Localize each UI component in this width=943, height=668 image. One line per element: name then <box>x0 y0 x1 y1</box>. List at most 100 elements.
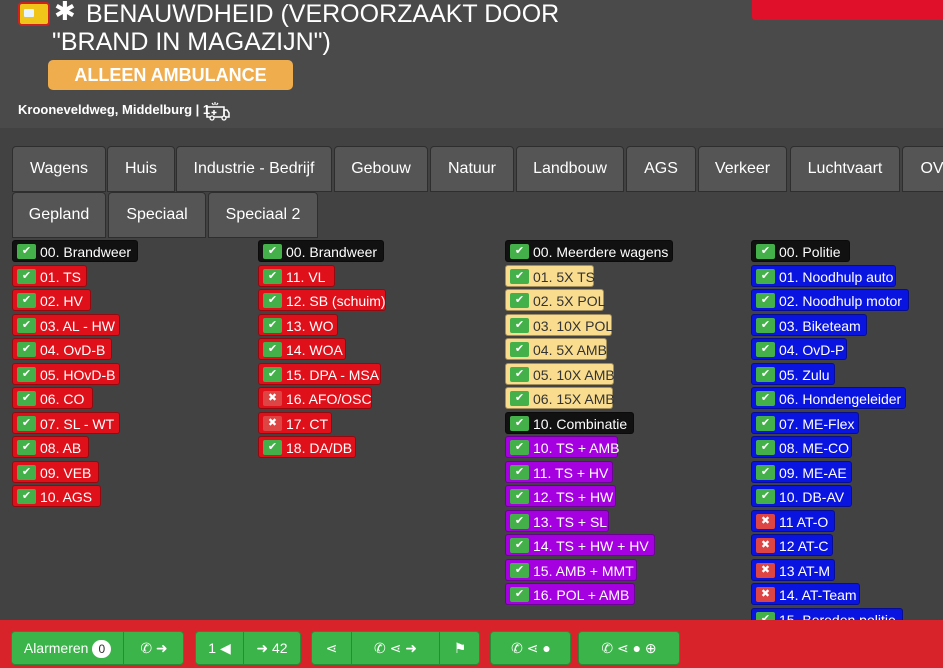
vehicle-option[interactable]: ✔ 00. Meerdere wagens <box>505 240 673 262</box>
alarm-button[interactable]: Alarmeren 0 <box>12 632 124 664</box>
vehicle-option-label: 00. Politie <box>779 244 841 260</box>
vehicle-option[interactable]: ✔ 10. TS + AMB <box>505 436 620 458</box>
vehicle-option-label: 13 AT-M <box>779 562 831 579</box>
tab-speciaal[interactable]: Speciaal <box>108 192 206 238</box>
vehicle-option[interactable]: ✔ 00. Brandweer <box>12 240 138 262</box>
vehicle-option[interactable]: ✔ 01. Noodhulp auto <box>751 264 896 287</box>
tab-ags[interactable]: AGS <box>626 146 696 192</box>
finish-button[interactable]: ⚑ <box>440 632 480 664</box>
vehicle-option[interactable]: ✔ 03. AL - HW <box>12 313 120 336</box>
vehicle-option[interactable]: ✔ 16. POL + AMB <box>505 583 635 605</box>
vehicle-option[interactable]: ✔ 03. Biketeam <box>751 313 867 336</box>
vehicle-option-label: 17. CT <box>286 415 329 432</box>
vehicle-option[interactable]: ✔ 04. OvD-B <box>12 338 112 360</box>
check-icon: ✔ <box>263 342 282 357</box>
arrow-right-icon: ➜ <box>256 640 273 656</box>
share-icon: ⋖ <box>325 640 338 656</box>
vehicle-option[interactable]: ✔ 07. ME-Flex <box>751 411 859 434</box>
tab-ov[interactable]: OV <box>902 146 943 192</box>
vehicle-option[interactable]: ✔ 13. TS + SL <box>505 509 609 532</box>
check-icon: ✔ <box>756 268 775 284</box>
check-icon: ✔ <box>17 317 36 333</box>
vehicle-option[interactable]: ✔ 08. ME-CO <box>751 436 852 458</box>
vehicle-option[interactable]: ✖ 14. AT-Team <box>751 583 860 605</box>
tab-gepland[interactable]: Gepland <box>12 192 106 238</box>
call-chat-group: ✆ ⋖ ● <box>490 631 571 665</box>
tab-speciaal-2[interactable]: Speciaal 2 <box>208 192 318 238</box>
vehicle-option[interactable]: ✔ 06. Hondengeleider <box>751 387 906 409</box>
vehicle-option[interactable]: ✔ 14. WOA <box>258 338 346 360</box>
vehicle-option[interactable]: ✔ 01. TS <box>12 264 87 287</box>
call-chat-add-button[interactable]: ✆ ⋖ ● ⊕ <box>579 632 679 664</box>
vehicle-option[interactable]: ✔ 10. DB-AV <box>751 485 852 507</box>
call-chat-button[interactable]: ✆ ⋖ ● <box>491 632 571 664</box>
vehicle-option[interactable]: ✔ 11. TS + HV <box>505 460 613 483</box>
vehicle-option[interactable]: ✔ 18. DA/DB <box>258 436 356 458</box>
vehicle-option-label: 05. 10X AMB <box>533 366 615 383</box>
tab-verkeer[interactable]: Verkeer <box>698 146 787 192</box>
call-share-button[interactable]: ✆ ⋖ ➜ <box>352 632 440 664</box>
share-button[interactable]: ⋖ <box>312 632 352 664</box>
tab-luchtvaart[interactable]: Luchtvaart <box>790 146 900 192</box>
vehicle-option[interactable]: ✔ 06. 15X AMB <box>505 387 615 409</box>
vehicle-option-label: 05. Zulu <box>779 366 830 383</box>
vehicle-option[interactable]: ✖ 11 AT-O <box>751 509 835 532</box>
check-icon: ✔ <box>263 317 282 333</box>
vehicle-option[interactable]: ✔ 00. Politie <box>751 240 850 262</box>
vehicle-option-label: 18. DA/DB <box>286 440 353 456</box>
vehicle-option[interactable]: ✔ 13. WO <box>258 313 338 336</box>
vehicle-option-label: 02. 5X POL <box>533 293 606 309</box>
vehicle-option[interactable]: ✔ 10. AGS <box>12 485 101 507</box>
vehicle-option-label: 00. Meerdere wagens <box>533 244 669 260</box>
incident-title: BENAUWDHEID (VEROORZAAKT DOOR "BRAND IN … <box>52 0 692 56</box>
vehicle-option[interactable]: ✔ 06. CO <box>12 387 93 409</box>
phone-arrow-icon: ✆ ➜ <box>140 640 168 656</box>
check-icon: ✔ <box>756 342 775 357</box>
vehicle-option[interactable]: ✖ 12 AT-C <box>751 534 833 556</box>
vehicle-option-label: 01. TS <box>40 268 81 285</box>
check-icon: ✔ <box>510 587 529 602</box>
tab-industrie-bedrijf[interactable]: Industrie - Bedrijf <box>176 146 332 192</box>
tab-natuur[interactable]: Natuur <box>430 146 514 192</box>
vehicle-option[interactable]: ✔ 05. 10X AMB <box>505 362 615 385</box>
vehicle-option[interactable]: ✔ 08. AB <box>12 436 89 458</box>
tab-landbouw[interactable]: Landbouw <box>516 146 624 192</box>
vehicle-option[interactable]: ✔ 02. 5X POL <box>505 289 606 311</box>
vehicle-option[interactable]: ✔ 05. Zulu <box>751 362 835 385</box>
vehicle-option[interactable]: ✔ 09. VEB <box>12 460 99 483</box>
page-prev-button[interactable]: 1 ◀ <box>196 632 244 664</box>
page-next-button[interactable]: ➜ 42 <box>244 632 300 664</box>
check-icon: ✔ <box>510 440 529 455</box>
call-forward-button[interactable]: ✆ ➜ <box>124 632 184 664</box>
vehicle-option[interactable]: ✔ 14. TS + HW + HV <box>505 534 655 556</box>
vehicle-option[interactable]: ✔ 10. Combinatie <box>505 411 634 434</box>
vehicle-option[interactable]: ✔ 00. Brandweer <box>258 240 384 262</box>
vehicle-option[interactable]: ✔ 04. 5X AMB <box>505 338 607 360</box>
check-icon: ✔ <box>17 366 36 382</box>
vehicle-option[interactable]: ✔ 04. OvD-P <box>751 338 847 360</box>
vehicle-option[interactable]: ✔ 09. ME-AE <box>751 460 852 483</box>
vehicle-option-label: 14. AT-Team <box>779 587 857 603</box>
vehicle-option[interactable]: ✔ 05. HOvD-B <box>12 362 120 385</box>
vehicle-option[interactable]: ✔ 15. DPA - MSA <box>258 362 381 385</box>
vehicle-option[interactable]: ✔ 02. HV <box>12 289 91 311</box>
vehicle-option[interactable]: ✔ 03. 10X POL <box>505 313 613 336</box>
check-icon: ✔ <box>263 440 282 455</box>
vehicle-option[interactable]: ✖ 16. AFO/OSC <box>258 387 372 409</box>
vehicle-option-label: 11. VL <box>286 268 326 285</box>
vehicle-option[interactable]: ✖ 13 AT-M <box>751 558 835 581</box>
tab-gebouw[interactable]: Gebouw <box>334 146 428 192</box>
vehicle-option[interactable]: ✔ 01. 5X TS <box>505 264 595 287</box>
tab-wagens[interactable]: Wagens <box>12 146 106 192</box>
check-icon: ✔ <box>756 415 775 431</box>
checkered-flag-icon: ⚑ <box>453 640 467 656</box>
vehicle-option[interactable]: ✔ 12. SB (schuim) <box>258 289 386 311</box>
vehicle-option[interactable]: ✖ 17. CT <box>258 411 332 434</box>
vehicle-option[interactable]: ✔ 12. TS + HW <box>505 485 616 507</box>
vehicle-option[interactable]: ✔ 11. VL <box>258 264 335 287</box>
vehicle-option[interactable]: ✔ 02. Noodhulp motor <box>751 289 909 311</box>
vehicle-option[interactable]: ✔ 07. SL - WT <box>12 411 120 434</box>
vehicle-option[interactable]: ✔ 15. AMB + MMT <box>505 558 637 581</box>
vehicle-option-label: 06. Hondengeleider <box>779 391 902 407</box>
tab-huis[interactable]: Huis <box>107 146 175 192</box>
